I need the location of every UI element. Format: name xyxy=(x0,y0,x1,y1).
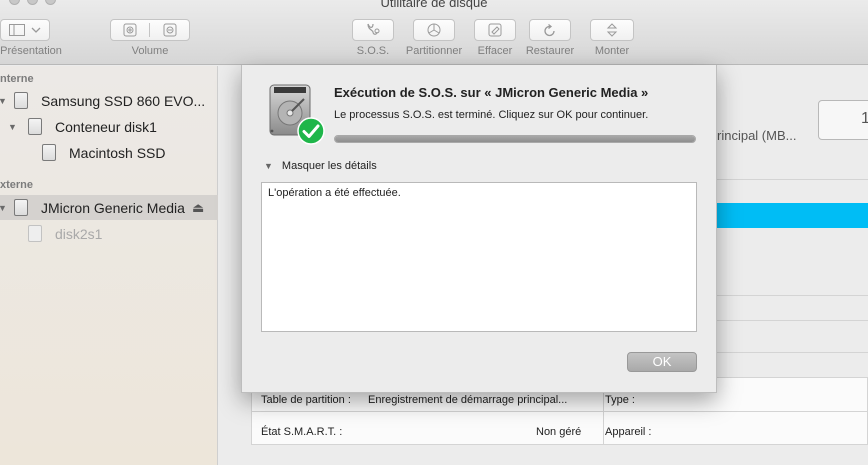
restore-button[interactable] xyxy=(529,19,571,41)
sidebar-item-label: Macintosh SSD xyxy=(69,144,166,161)
volume-button-group xyxy=(110,19,190,41)
details-log[interactable]: L'opération a été effectuée. xyxy=(261,182,697,332)
checkmark-icon xyxy=(297,117,325,145)
toolbar: Utilitaire de disque Présentation Volume… xyxy=(0,0,868,65)
progress-bar xyxy=(334,135,696,143)
window-title: Utilitaire de disque xyxy=(380,0,488,10)
sidebar-item-label: disk2s1 xyxy=(55,225,103,242)
sos-button[interactable] xyxy=(352,19,394,41)
disclosure-triangle-icon: ▼ xyxy=(264,161,273,171)
erase-button[interactable] xyxy=(474,19,516,41)
presentation-label: Présentation xyxy=(0,45,62,57)
restore-label: Restaurer xyxy=(525,45,575,57)
partition-scheme-label: rincipal (MB... xyxy=(717,128,797,143)
details-toggle-label: Masquer les détails xyxy=(281,160,377,172)
hard-drive-icon xyxy=(42,144,56,161)
eject-icon[interactable]: ⏏ xyxy=(192,200,204,216)
sidebar-item-label: Conteneur disk1 xyxy=(55,118,157,135)
sidebar-item-jmicron[interactable]: ▼ JMicron Generic Media ⏏ xyxy=(0,195,218,220)
partition-label: Partitionner xyxy=(405,45,463,57)
hard-drive-icon xyxy=(14,92,28,109)
section-internal-heading: nterne xyxy=(0,73,34,85)
mount-label: Monter xyxy=(594,45,630,57)
mount-icon xyxy=(606,23,618,37)
sidebar-item-samsung-ssd[interactable]: ▼ Samsung SSD 860 EVO... xyxy=(0,88,218,113)
sidebar-item-macintosh-ssd[interactable]: Macintosh SSD xyxy=(0,140,218,165)
hard-drive-icon xyxy=(28,225,42,242)
sidebar-item-label: JMicron Generic Media xyxy=(41,199,185,216)
remove-volume-icon xyxy=(163,23,176,37)
volume-label: Volume xyxy=(131,45,169,57)
remove-volume-button[interactable] xyxy=(150,23,189,37)
add-volume-button[interactable] xyxy=(111,23,151,37)
divider xyxy=(711,179,868,180)
mount-button[interactable] xyxy=(590,19,634,41)
details-toggle[interactable]: ▼ Masquer les détails xyxy=(264,160,377,172)
erase-label: Effacer xyxy=(477,45,513,57)
dialog-title: Exécution de S.O.S. sur « JMicron Generi… xyxy=(334,85,649,100)
pie-chart-icon xyxy=(427,23,441,37)
sidebar-item-disk2s1[interactable]: disk2s1 xyxy=(0,221,218,246)
progress-fill xyxy=(335,136,695,142)
restore-icon xyxy=(544,23,555,37)
partition-table-label: Table de partition : xyxy=(261,394,351,406)
usage-bar xyxy=(711,203,868,228)
hard-drive-icon xyxy=(14,199,28,216)
divider xyxy=(252,411,868,412)
sidebar: nterne ▼ Samsung SSD 860 EVO... ▼ Conten… xyxy=(0,66,218,465)
partition-button[interactable] xyxy=(413,19,455,41)
ok-button[interactable]: OK xyxy=(627,352,697,372)
hard-drive-icon xyxy=(28,118,42,135)
sidebar-item-label: Samsung SSD 860 EVO... xyxy=(41,92,206,109)
type-label: Type : xyxy=(605,394,635,406)
disclosure-triangle-icon[interactable]: ▼ xyxy=(8,122,17,132)
smart-status-value: Non géré xyxy=(536,426,582,438)
divider xyxy=(711,295,868,296)
section-external-heading: xterne xyxy=(0,179,34,191)
sos-label: S.O.S. xyxy=(356,45,390,57)
partition-table-value: Enregistrement de démarrage principal... xyxy=(368,394,568,406)
add-volume-icon xyxy=(123,23,137,37)
details-text: L'opération a été effectuée. xyxy=(268,187,401,199)
stethoscope-icon xyxy=(367,23,380,35)
smart-status-label: État S.M.A.R.T. : xyxy=(261,426,343,438)
chevron-down-icon xyxy=(31,27,41,33)
sos-dialog: Exécution de S.O.S. sur « JMicron Generi… xyxy=(241,65,717,393)
capacity-value: 1 xyxy=(861,110,868,127)
disclosure-triangle-icon[interactable]: ▼ xyxy=(0,203,7,213)
erase-icon xyxy=(488,23,502,37)
presentation-button[interactable] xyxy=(0,19,50,41)
divider xyxy=(711,320,868,321)
divider xyxy=(711,352,868,353)
sidebar-item-container-disk1[interactable]: ▼ Conteneur disk1 xyxy=(0,114,218,139)
sidebar-toggle-icon xyxy=(9,24,25,36)
device-label: Appareil : xyxy=(605,426,652,438)
disclosure-triangle-icon[interactable]: ▼ xyxy=(0,96,7,106)
dialog-message: Le processus S.O.S. est terminé. Cliquez… xyxy=(334,109,649,121)
